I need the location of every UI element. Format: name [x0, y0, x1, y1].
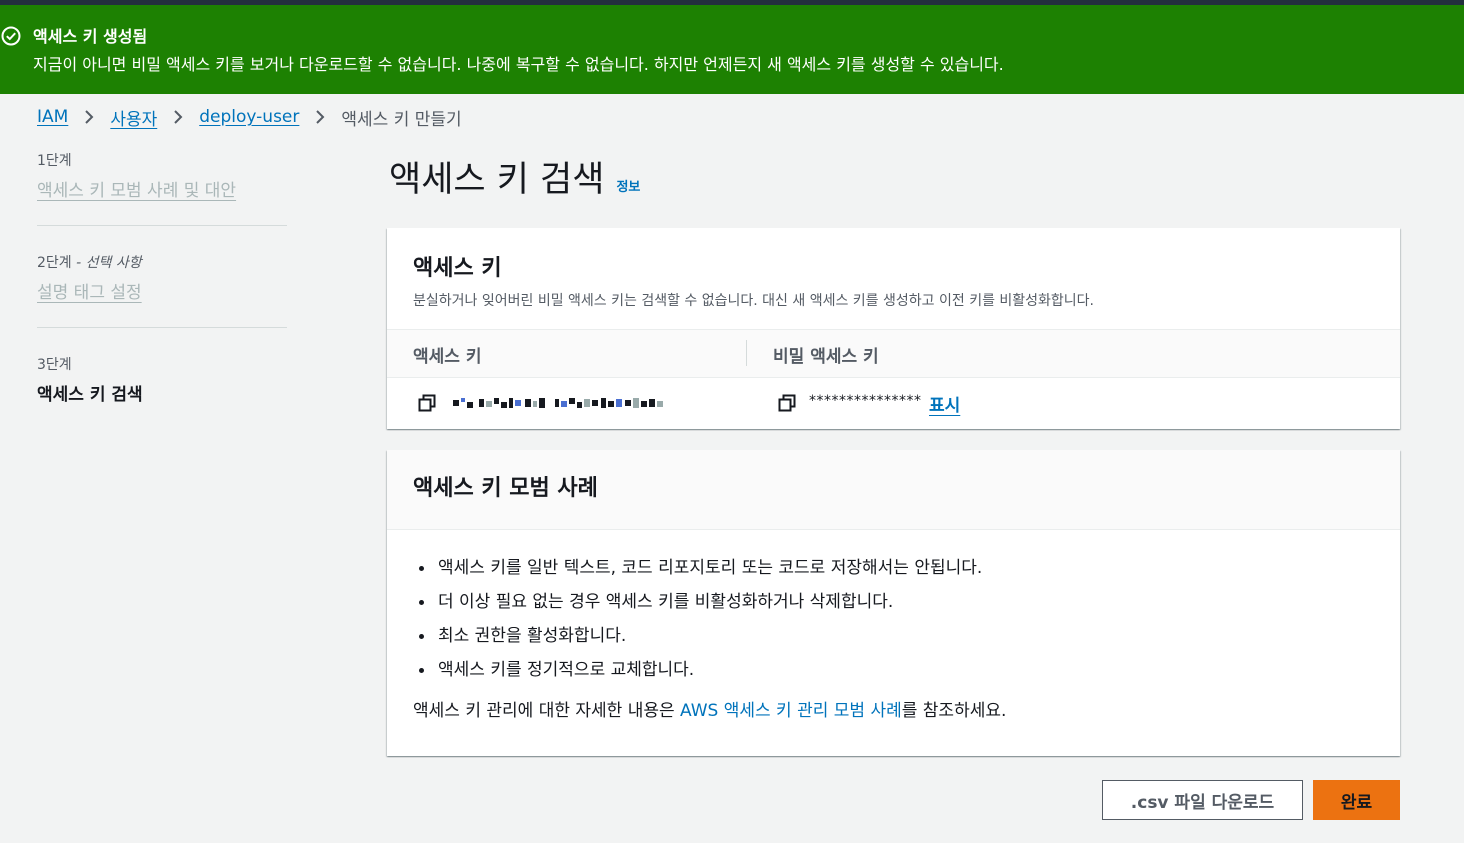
page-title: 액세스 키 검색: [389, 160, 605, 200]
best-practices-title: 액세스 키 모범 사례: [413, 476, 598, 501]
reference-suffix: 를 참조하세요.: [901, 701, 1007, 721]
copy-icon[interactable]: [778, 394, 796, 412]
breadcrumb-current: 액세스 키 만들기: [341, 109, 462, 130]
page-header: 액세스 키 검색 정보: [389, 151, 640, 202]
step-divider: [37, 327, 287, 328]
breadcrumb-iam[interactable]: IAM: [37, 107, 68, 127]
chevron-right-icon: [85, 110, 94, 124]
step-1-label: 1단계: [37, 153, 72, 169]
secret-key-masked: ***************: [809, 393, 922, 409]
table-row: *************** 표시: [387, 378, 1400, 428]
reference-text: 액세스 키 관리에 대한 자세한 내용은 AWS 액세스 키 관리 모범 사례를…: [413, 696, 1374, 721]
redacted-access-key: [453, 398, 663, 408]
breadcrumb: IAM 사용자 deploy-user 액세스 키 만들기: [37, 104, 462, 130]
access-key-card-header: 액세스 키 분실하거나 잊어버린 비밀 액세스 키는 검색할 수 없습니다. 대…: [387, 228, 1400, 330]
step-3-current: 액세스 키 검색: [37, 385, 143, 405]
access-key-card-title: 액세스 키: [413, 256, 502, 281]
step-3: 3단계 액세스 키 검색: [37, 354, 287, 405]
flash-title: 액세스 키 생성됨: [33, 27, 148, 46]
list-item: 액세스 키를 일반 텍스트, 코드 리포지토리 또는 코드로 저장해서는 안됩니…: [413, 554, 1374, 588]
chevron-right-icon: [316, 110, 325, 124]
best-practices-header: 액세스 키 모범 사례: [387, 450, 1400, 530]
step-1: 1단계 액세스 키 모범 사례 및 대안: [37, 150, 287, 201]
step-2: 2단계 - 선택 사항 설명 태그 설정: [37, 252, 287, 303]
step-1-link: 액세스 키 모범 사례 및 대안: [37, 181, 237, 201]
access-key-card-description: 분실하거나 잊어버린 비밀 액세스 키는 검색할 수 없습니다. 대신 새 액세…: [413, 293, 1095, 309]
best-practices-list: 액세스 키를 일반 텍스트, 코드 리포지토리 또는 코드로 저장해서는 안됩니…: [413, 554, 1374, 690]
check-circle-icon: [1, 26, 21, 46]
column-access-key: 액세스 키: [413, 347, 482, 367]
step-2-optional: - 선택 사항: [76, 255, 142, 271]
best-practices-link[interactable]: AWS 액세스 키 관리 모범 사례: [680, 701, 902, 721]
done-button[interactable]: 완료: [1313, 780, 1400, 820]
wizard-steps: 1단계 액세스 키 모범 사례 및 대안 2단계 - 선택 사항 설명 태그 설…: [37, 150, 287, 405]
column-secret-key: 비밀 액세스 키: [773, 347, 879, 367]
best-practices-body: 액세스 키를 일반 텍스트, 코드 리포지토리 또는 코드로 저장해서는 안됩니…: [387, 530, 1400, 745]
step-2-link: 설명 태그 설정: [37, 283, 142, 303]
breadcrumb-users[interactable]: 사용자: [110, 105, 157, 130]
success-flash-banner: 액세스 키 생성됨 지금이 아니면 비밀 액세스 키를 보거나 다운로드할 수 …: [0, 5, 1464, 94]
list-item: 최소 권한을 활성화합니다.: [413, 622, 1374, 656]
flash-message: 지금이 아니면 비밀 액세스 키를 보거나 다운로드할 수 없습니다. 나중에 …: [33, 55, 1004, 74]
breadcrumb-deploy-user[interactable]: deploy-user: [199, 107, 299, 127]
step-divider: [37, 225, 287, 226]
step-2-label: 2단계 - 선택 사항: [37, 252, 287, 272]
show-secret-link[interactable]: 표시: [929, 391, 960, 416]
list-item: 액세스 키를 정기적으로 교체합니다.: [413, 656, 1374, 690]
column-divider: [746, 340, 747, 366]
chevron-right-icon: [174, 110, 183, 124]
access-key-card: 액세스 키 분실하거나 잊어버린 비밀 액세스 키는 검색할 수 없습니다. 대…: [387, 228, 1400, 429]
reference-prefix: 액세스 키 관리에 대한 자세한 내용은: [413, 701, 681, 721]
copy-icon[interactable]: [418, 394, 436, 412]
list-item: 더 이상 필요 없는 경우 액세스 키를 비활성화하거나 삭제합니다.: [413, 588, 1374, 622]
best-practices-card: 액세스 키 모범 사례 액세스 키를 일반 텍스트, 코드 리포지토리 또는 코…: [387, 450, 1400, 756]
step-3-label: 3단계: [37, 357, 72, 373]
download-csv-button[interactable]: .csv 파일 다운로드: [1102, 780, 1303, 820]
info-link[interactable]: 정보: [616, 176, 640, 195]
step-2-number: 2단계: [37, 255, 72, 271]
access-key-table-header: 액세스 키 비밀 액세스 키: [387, 330, 1400, 378]
